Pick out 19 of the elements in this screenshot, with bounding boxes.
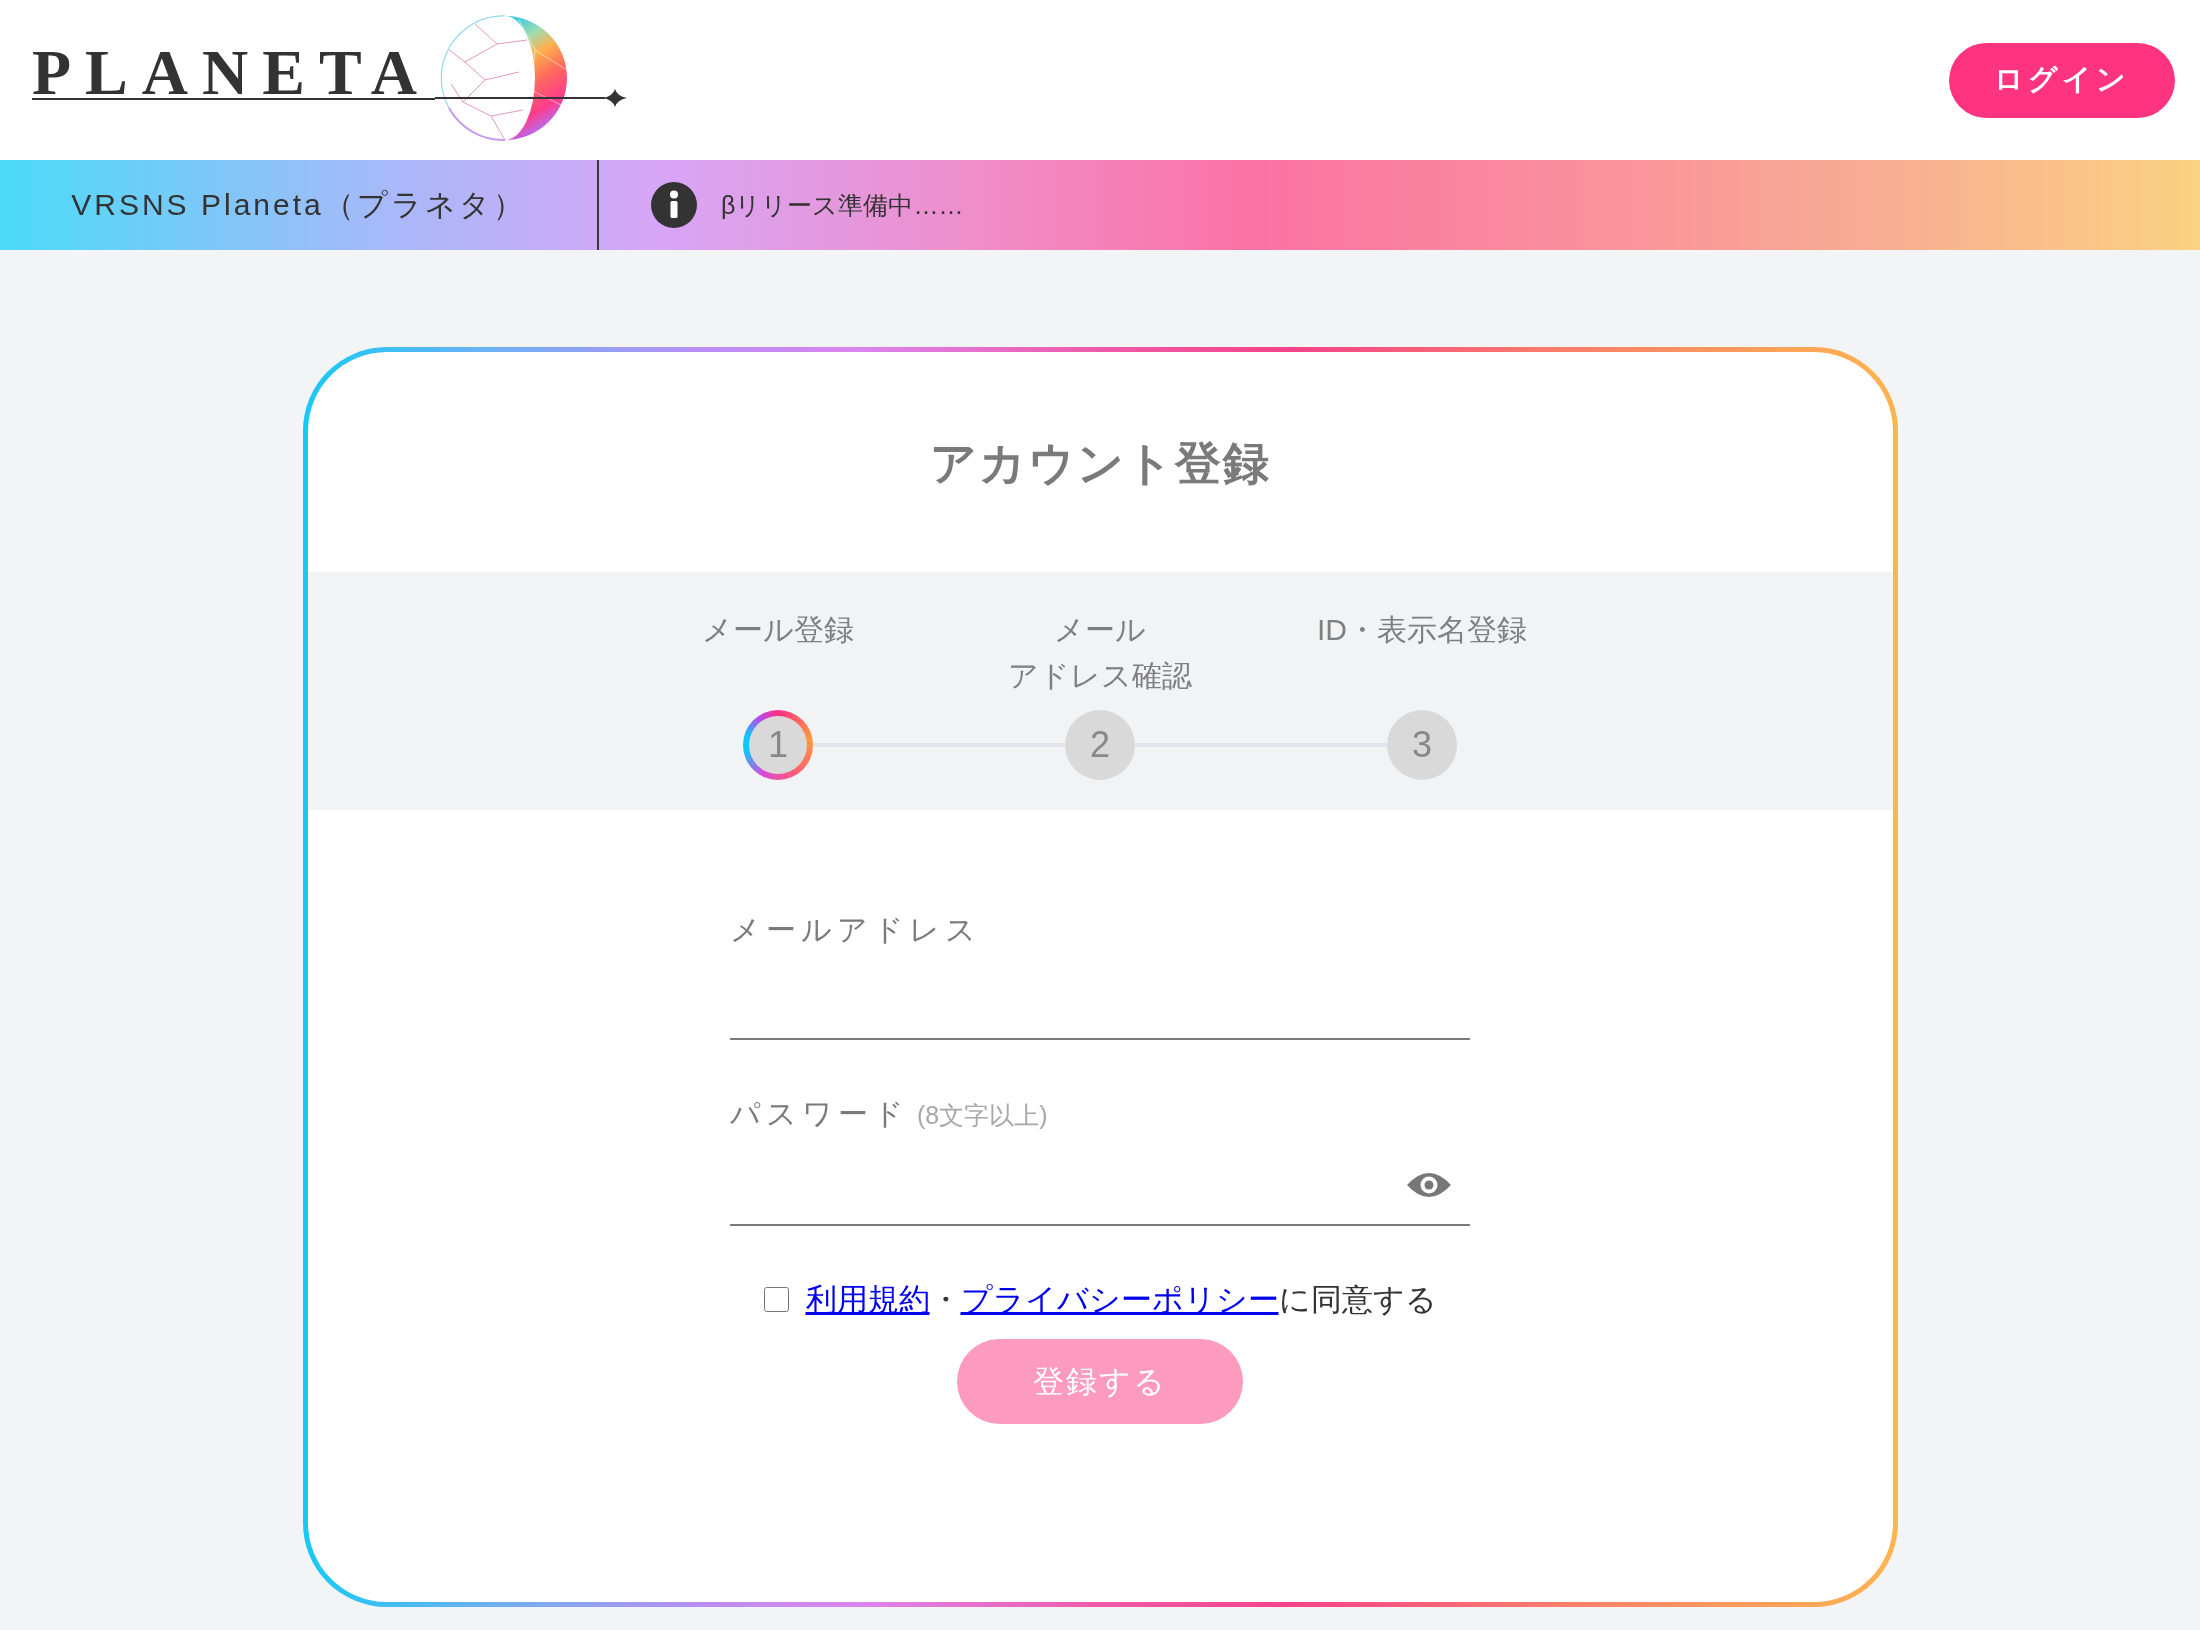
step-label: メール登録 xyxy=(702,612,854,648)
agreement-checkbox[interactable] xyxy=(763,1287,789,1312)
agreement-text: 利用規約・プライバシーポリシーに同意する xyxy=(805,1281,1437,1319)
agreement-link[interactable]: プライバシーポリシー xyxy=(960,1282,1279,1317)
email-label: メールアドレス xyxy=(730,912,981,948)
step-indicator: 2 xyxy=(1065,710,1135,780)
password-hint: (8文字以上) xyxy=(917,1100,1048,1131)
site-name: VRSNS Planeta（プラネタ） xyxy=(71,186,526,223)
step-indicator: 3 xyxy=(1387,710,1457,780)
password-label: パスワード xyxy=(730,1096,909,1132)
notice-text: βリリース準備中…… xyxy=(721,189,964,221)
agreement-link[interactable]: 利用規約 xyxy=(805,1282,930,1317)
logo-wordmark: PLANETA xyxy=(32,48,436,100)
eye-icon[interactable] xyxy=(1406,1170,1452,1200)
step-label: アドレス確認 xyxy=(1008,658,1192,694)
info-icon xyxy=(651,182,697,228)
step-label: ID・表示名登録 xyxy=(1317,612,1527,648)
step-label: メール xyxy=(1054,612,1146,648)
card-title: アカウント登録 xyxy=(929,436,1271,491)
